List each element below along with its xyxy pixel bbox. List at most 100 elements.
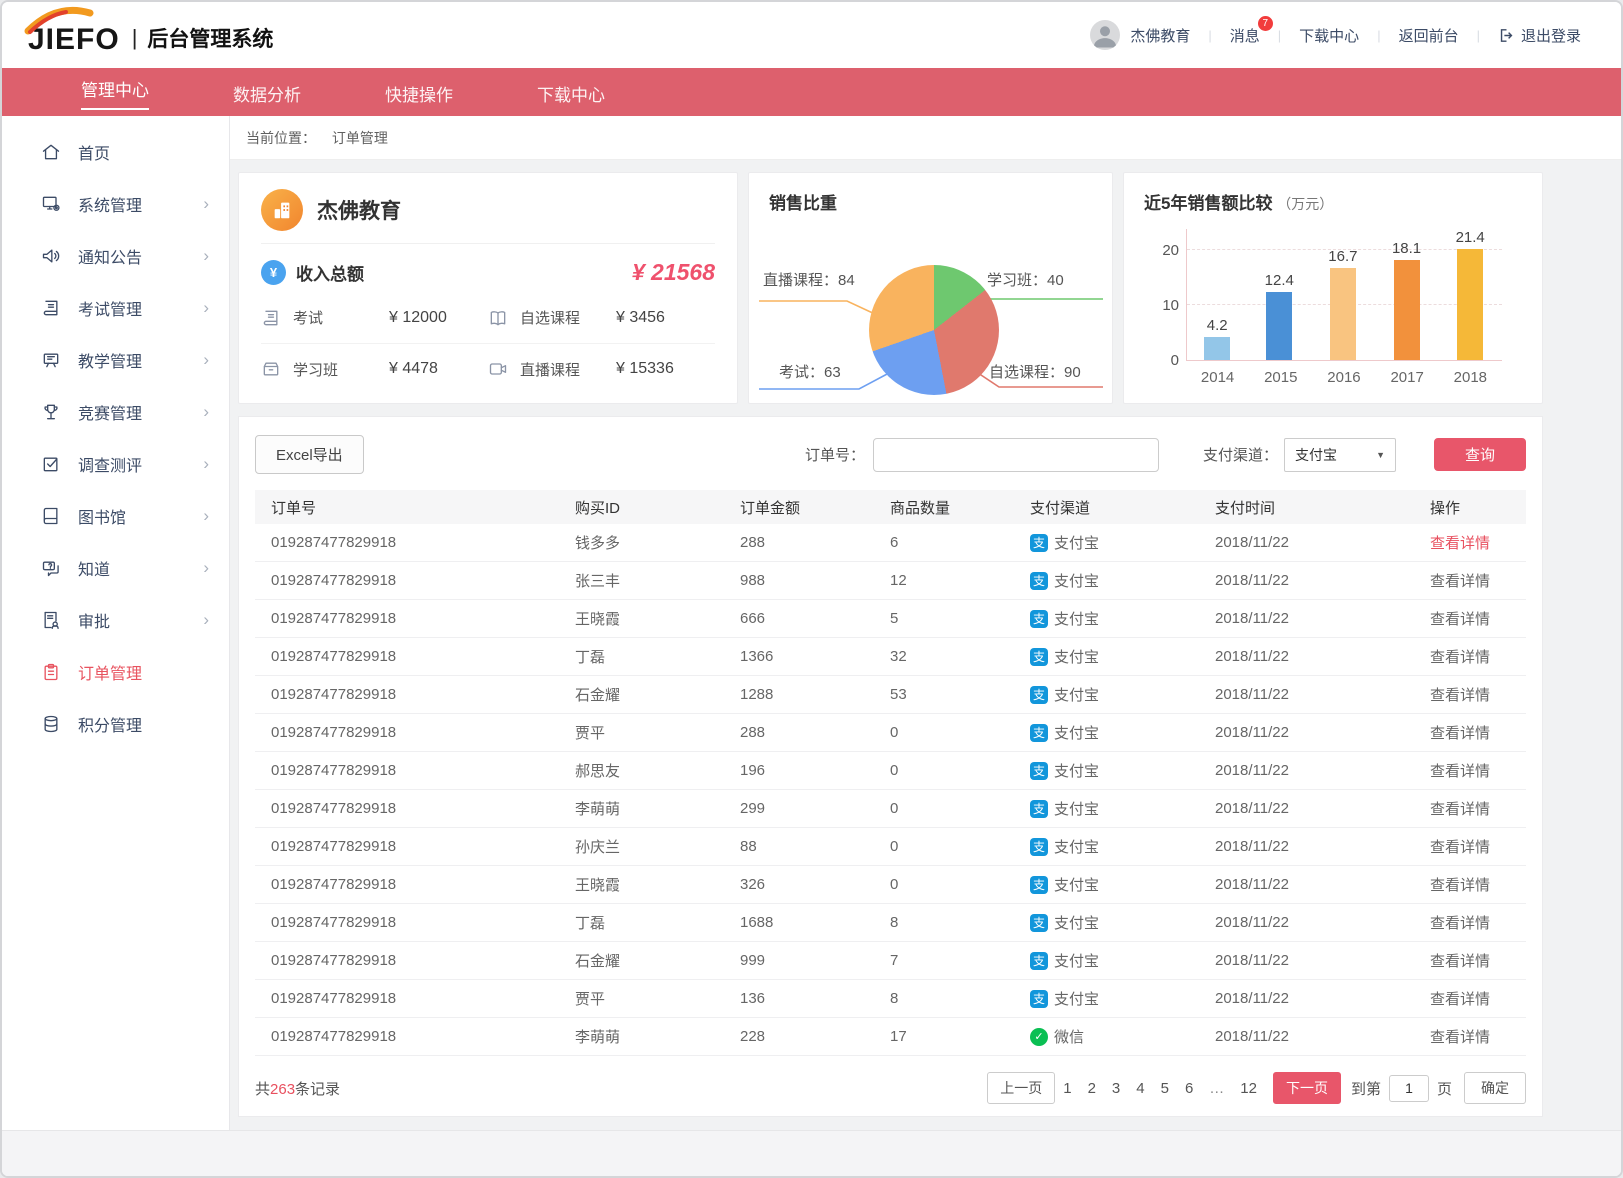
bar-2015: 12.4	[1265, 229, 1294, 360]
cell-buyer: 丁磊	[575, 912, 740, 933]
study-class-icon	[261, 359, 281, 379]
income-total-label: 收入总额	[296, 260, 364, 285]
revenue-item-4: 直播课程¥ 15336	[488, 343, 715, 394]
tab-data-analysis[interactable]: 数据分析	[224, 79, 310, 106]
view-detail-link[interactable]: 查看详情	[1430, 877, 1490, 894]
view-detail-link[interactable]: 查看详情	[1430, 915, 1490, 932]
open-book-icon	[488, 308, 508, 328]
channel-label: 支付宝	[1054, 722, 1099, 743]
cell-order-no: 019287477829918	[255, 534, 575, 551]
page-number-4[interactable]: 4	[1136, 1080, 1144, 1097]
sidebar-item-4[interactable]: 考试管理›	[2, 282, 229, 334]
sidebar-item-12[interactable]: 积分管理	[2, 698, 229, 750]
revenue-item-label: 考试	[293, 307, 389, 328]
view-detail-link[interactable]: 查看详情	[1430, 839, 1490, 856]
sidebar-item-10[interactable]: 审批›	[2, 594, 229, 646]
sidebar-item-label: 教学管理	[78, 348, 142, 372]
prev-page-button[interactable]: 上一页	[987, 1072, 1055, 1104]
pay-channel-select[interactable]: 支付宝 ▼	[1284, 438, 1396, 472]
next-page-button[interactable]: 下一页	[1273, 1072, 1341, 1104]
sidebar-item-8[interactable]: 图书馆›	[2, 490, 229, 542]
view-detail-link[interactable]: 查看详情	[1430, 649, 1490, 666]
view-detail-link[interactable]: 查看详情	[1430, 573, 1490, 590]
user-chip[interactable]: 杰佛教育	[1090, 20, 1190, 50]
revenue-item-label: 自选课程	[520, 307, 616, 328]
cell-action: 查看详情	[1430, 988, 1526, 1009]
view-detail-link[interactable]: 查看详情	[1430, 953, 1490, 970]
pie-slice-label-2: 自选课程：90	[989, 361, 1081, 382]
page-number-6[interactable]: 6	[1185, 1080, 1193, 1097]
page-number-5[interactable]: 5	[1161, 1080, 1169, 1097]
view-detail-link[interactable]: 查看详情	[1430, 801, 1490, 818]
cell-pay-time: 2018/11/22	[1215, 838, 1430, 855]
view-detail-link[interactable]: 查看详情	[1430, 763, 1490, 780]
page-number-3[interactable]: 3	[1112, 1080, 1120, 1097]
view-detail-link[interactable]: 查看详情	[1430, 611, 1490, 628]
sidebar-item-2[interactable]: 系统管理›	[2, 178, 229, 230]
table-row: 019287477829918孙庆兰880支支付宝2018/11/22查看详情	[255, 828, 1526, 866]
cell-channel: 支支付宝	[1030, 912, 1215, 933]
channel-label: 支付宝	[1054, 836, 1099, 857]
bar-2018: 21.4	[1456, 229, 1485, 360]
logout-link[interactable]: 退出登录	[1498, 25, 1581, 46]
back-to-front-link[interactable]: 返回前台	[1399, 25, 1459, 46]
revenue-card-title: 杰佛教育	[317, 195, 401, 225]
excel-export-button[interactable]: Excel导出	[255, 435, 364, 474]
sidebar-item-3[interactable]: 通知公告›	[2, 230, 229, 282]
orders-panel: Excel导出 订单号： 支付渠道： 支付宝 ▼ 查询 订单号购买ID订单	[238, 416, 1543, 1117]
sidebar-item-6[interactable]: 竞赛管理›	[2, 386, 229, 438]
cell-order-no: 019287477829918	[255, 724, 575, 741]
bar-slots: 4.212.416.718.121.4	[1187, 229, 1502, 360]
confirm-page-button[interactable]: 确定	[1464, 1072, 1526, 1104]
channel-label: 支付宝	[1054, 950, 1099, 971]
cell-amount: 288	[740, 534, 890, 551]
messages-link[interactable]: 消息 7	[1230, 25, 1260, 46]
channel-label: 支付宝	[1054, 760, 1099, 781]
order-no-input[interactable]	[873, 438, 1159, 472]
cell-qty: 0	[890, 800, 1030, 817]
view-detail-link[interactable]: 查看详情	[1430, 535, 1490, 552]
table-row: 019287477829918石金耀128853支支付宝2018/11/22查看…	[255, 676, 1526, 714]
chevron-right-icon: ›	[203, 194, 209, 214]
cell-channel: 支支付宝	[1030, 722, 1215, 743]
page-number-1[interactable]: 1	[1063, 1080, 1071, 1097]
page-number-12[interactable]: 12	[1240, 1080, 1257, 1097]
view-detail-link[interactable]: 查看详情	[1430, 687, 1490, 704]
sidebar-item-7[interactable]: 调查测评›	[2, 438, 229, 490]
cell-buyer: 郝思友	[575, 760, 740, 781]
cell-action: 查看详情	[1430, 608, 1526, 629]
sidebar-item-11[interactable]: 订单管理	[2, 646, 229, 698]
tab-management-center[interactable]: 管理中心	[72, 74, 158, 110]
cell-order-no: 019287477829918	[255, 990, 575, 1007]
cell-action: 查看详情	[1430, 912, 1526, 933]
cell-order-no: 019287477829918	[255, 800, 575, 817]
page-number-2[interactable]: 2	[1088, 1080, 1096, 1097]
query-button[interactable]: 查询	[1434, 438, 1526, 471]
library-icon	[40, 505, 62, 527]
download-center-link[interactable]: 下载中心	[1299, 25, 1359, 46]
tab-quick-actions[interactable]: 快捷操作	[376, 79, 462, 106]
cell-buyer: 石金耀	[575, 950, 740, 971]
alipay-icon: 支	[1030, 914, 1048, 932]
footer-strip	[2, 1130, 1621, 1178]
sidebar-item-5[interactable]: 教学管理›	[2, 334, 229, 386]
cell-amount: 999	[740, 952, 890, 969]
cell-pay-time: 2018/11/22	[1215, 1028, 1430, 1045]
cell-qty: 12	[890, 572, 1030, 589]
goto-page-input[interactable]	[1389, 1075, 1429, 1102]
sidebar-item-9[interactable]: 知道›	[2, 542, 229, 594]
view-detail-link[interactable]: 查看详情	[1430, 991, 1490, 1008]
bar-rect	[1204, 337, 1230, 360]
breadcrumb: 当前位置： 订单管理	[230, 116, 1621, 160]
view-detail-link[interactable]: 查看详情	[1430, 1029, 1490, 1046]
cell-order-no: 019287477829918	[255, 876, 575, 893]
cell-amount: 1288	[740, 686, 890, 703]
tab-download-center[interactable]: 下载中心	[528, 79, 614, 106]
cell-qty: 8	[890, 914, 1030, 931]
logo-swoosh-icon	[24, 5, 110, 35]
chevron-right-icon: ›	[203, 610, 209, 630]
view-detail-link[interactable]: 查看详情	[1430, 725, 1490, 742]
pie-slice-label-1: 学习班：40	[987, 269, 1064, 290]
bar-value-label: 4.2	[1207, 317, 1228, 334]
sidebar-item-1[interactable]: 首页	[2, 126, 229, 178]
